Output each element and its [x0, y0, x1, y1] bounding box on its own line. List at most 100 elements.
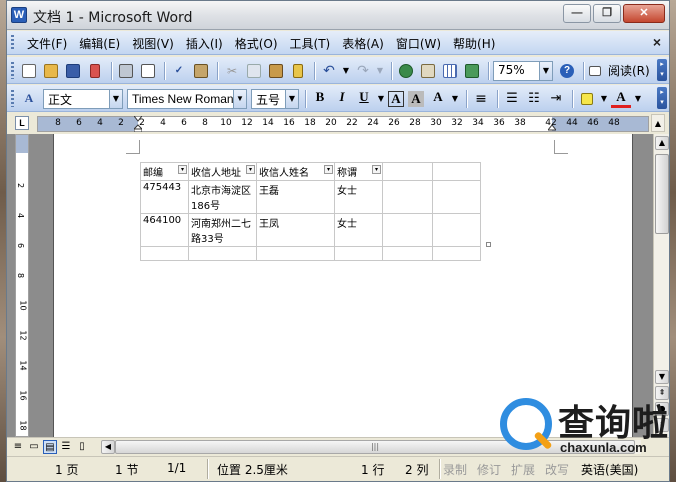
table-cell[interactable]: 女士: [334, 180, 383, 214]
menu-edit[interactable]: 编辑(E): [73, 35, 126, 52]
underline-dropdown-icon[interactable]: ▼: [376, 89, 386, 109]
filter-active-icon[interactable]: ▾: [372, 165, 381, 174]
table-cell[interactable]: [432, 213, 481, 247]
table-cell[interactable]: [334, 246, 383, 261]
maximize-button[interactable]: ❐: [593, 4, 621, 23]
normal-view-icon[interactable]: ≡: [11, 440, 25, 454]
spelling-icon[interactable]: ✓: [169, 61, 189, 81]
table-cell[interactable]: [432, 162, 481, 181]
character-shading-icon[interactable]: A: [408, 90, 424, 107]
paste-icon[interactable]: [266, 61, 286, 81]
toolbar-options-icon[interactable]: ▸ ▾: [657, 87, 667, 109]
reading-layout-icon[interactable]: ▯: [75, 440, 89, 454]
scaling-dropdown-icon[interactable]: ▼: [450, 89, 460, 109]
status-record[interactable]: 录制: [443, 461, 467, 478]
table-cell[interactable]: [140, 246, 189, 261]
table-cell[interactable]: 王磊: [256, 180, 335, 214]
redo-dropdown-icon[interactable]: ▼: [375, 61, 385, 81]
open-folder-icon[interactable]: [41, 61, 61, 81]
redo-icon[interactable]: ↷: [353, 61, 373, 81]
highlight-icon[interactable]: [577, 89, 597, 109]
menu-insert[interactable]: 插入(I): [180, 35, 229, 52]
insert-excel-icon[interactable]: [462, 61, 482, 81]
word-app-icon[interactable]: W: [11, 7, 27, 23]
read-mode-icon[interactable]: [588, 61, 602, 81]
font-color-icon[interactable]: A: [611, 89, 631, 108]
table-cell[interactable]: 邮编 ▾: [140, 162, 189, 181]
read-mode-button[interactable]: 阅读(R): [608, 62, 650, 79]
table-cell[interactable]: [382, 180, 433, 214]
menu-tools[interactable]: 工具(T): [284, 35, 337, 52]
undo-icon[interactable]: ↶: [319, 61, 339, 81]
bullets-icon[interactable]: ☷: [524, 89, 544, 109]
menu-window[interactable]: 窗口(W): [390, 35, 447, 52]
styles-formatting-icon[interactable]: A: [19, 89, 39, 109]
title-bar[interactable]: W 文档 1 - Microsoft Word — ❐ ✕: [7, 1, 669, 30]
status-position[interactable]: 位置 2.5厘米: [217, 461, 288, 478]
table-cell[interactable]: [432, 180, 481, 214]
scroll-down-icon[interactable]: ▼: [655, 370, 669, 384]
menubar-grip-icon[interactable]: [11, 35, 14, 51]
chevron-down-icon[interactable]: ▼: [109, 89, 122, 108]
table-cell[interactable]: [256, 246, 335, 261]
address-table[interactable]: 邮编 ▾ 收信人地址 ▾ 收信人姓名 ▾ 称谓 ▾ 475443 北京市海淀区186号 …: [140, 162, 481, 261]
tables-borders-icon[interactable]: [418, 61, 438, 81]
status-column[interactable]: 2 列: [405, 461, 428, 478]
table-cell[interactable]: 称谓 ▾: [334, 162, 383, 181]
highlight-dropdown-icon[interactable]: ▼: [599, 89, 609, 109]
status-section[interactable]: 1 节: [115, 461, 138, 478]
toolbar-grip-icon[interactable]: [11, 62, 14, 79]
menu-help[interactable]: 帮助(H): [447, 35, 501, 52]
web-layout-icon[interactable]: ▭: [27, 440, 41, 454]
bold-icon[interactable]: B: [310, 89, 330, 109]
table-cell[interactable]: 女士: [334, 213, 383, 247]
print-preview-icon[interactable]: [138, 61, 158, 81]
table-cell[interactable]: 河南郑州二七路33号: [188, 213, 257, 247]
font-color-dropdown-icon[interactable]: ▼: [633, 89, 643, 109]
toolbar-grip-icon[interactable]: [11, 90, 14, 107]
table-cell[interactable]: [432, 246, 481, 261]
character-border-icon[interactable]: A: [388, 90, 404, 107]
help-icon[interactable]: ?: [557, 61, 577, 81]
zoom-select[interactable]: 75% ▼: [493, 60, 553, 81]
scroll-left-icon[interactable]: ◀: [101, 440, 115, 454]
indent-icon[interactable]: ⇥: [546, 89, 566, 109]
outline-view-icon[interactable]: ☰: [59, 440, 73, 454]
undo-dropdown-icon[interactable]: ▼: [341, 61, 351, 81]
new-document-icon[interactable]: [19, 61, 39, 81]
document-close-button[interactable]: ×: [653, 34, 661, 50]
print-layout-icon[interactable]: ▤: [43, 440, 57, 454]
scroll-up-icon[interactable]: ▲: [655, 136, 669, 150]
insert-table-icon[interactable]: [440, 61, 460, 81]
save-icon[interactable]: [63, 61, 83, 81]
menu-format[interactable]: 格式(O): [229, 35, 284, 52]
filter-dropdown-icon[interactable]: ▾: [324, 165, 333, 174]
table-cell[interactable]: 北京市海淀区186号: [188, 180, 257, 214]
table-cell[interactable]: 收信人姓名 ▾: [256, 162, 335, 181]
table-resize-handle-icon[interactable]: [486, 242, 491, 247]
table-cell[interactable]: [188, 246, 257, 261]
chevron-down-icon[interactable]: ▼: [285, 89, 298, 108]
cut-icon[interactable]: ✂: [222, 61, 242, 81]
status-page[interactable]: 1 页: [55, 461, 78, 478]
ruler-right-scroll-icon[interactable]: ▲: [651, 114, 665, 132]
table-cell[interactable]: 王凤: [256, 213, 335, 247]
tab-selector-icon[interactable]: L: [15, 116, 29, 130]
status-line[interactable]: 1 行: [361, 461, 384, 478]
scroll-thumb[interactable]: [655, 154, 669, 234]
table-cell[interactable]: 464100: [140, 213, 189, 247]
hyperlink-icon[interactable]: [396, 61, 416, 81]
font-select[interactable]: Times New Roman ▼: [127, 88, 247, 109]
vertical-ruler[interactable]: 2 4 6 8 10 12 14 16 18: [15, 134, 29, 437]
filter-dropdown-icon[interactable]: ▾: [246, 165, 255, 174]
format-painter-icon[interactable]: [288, 61, 308, 81]
filter-dropdown-icon[interactable]: ▾: [178, 165, 187, 174]
chevron-down-icon[interactable]: ▼: [539, 61, 552, 80]
menu-view[interactable]: 视图(V): [126, 35, 180, 52]
horizontal-ruler[interactable]: 8 6 4 2 2 4 6 8 10 12 14 16 18 20 22 24 26 28 30 32 34 36 38 42…: [37, 116, 649, 132]
underline-icon[interactable]: U: [354, 89, 374, 109]
minimize-button[interactable]: —: [563, 4, 591, 23]
numbering-icon[interactable]: ☰: [502, 89, 522, 109]
character-scaling-icon[interactable]: A: [428, 89, 448, 109]
style-select[interactable]: 正文 ▼: [43, 88, 123, 109]
